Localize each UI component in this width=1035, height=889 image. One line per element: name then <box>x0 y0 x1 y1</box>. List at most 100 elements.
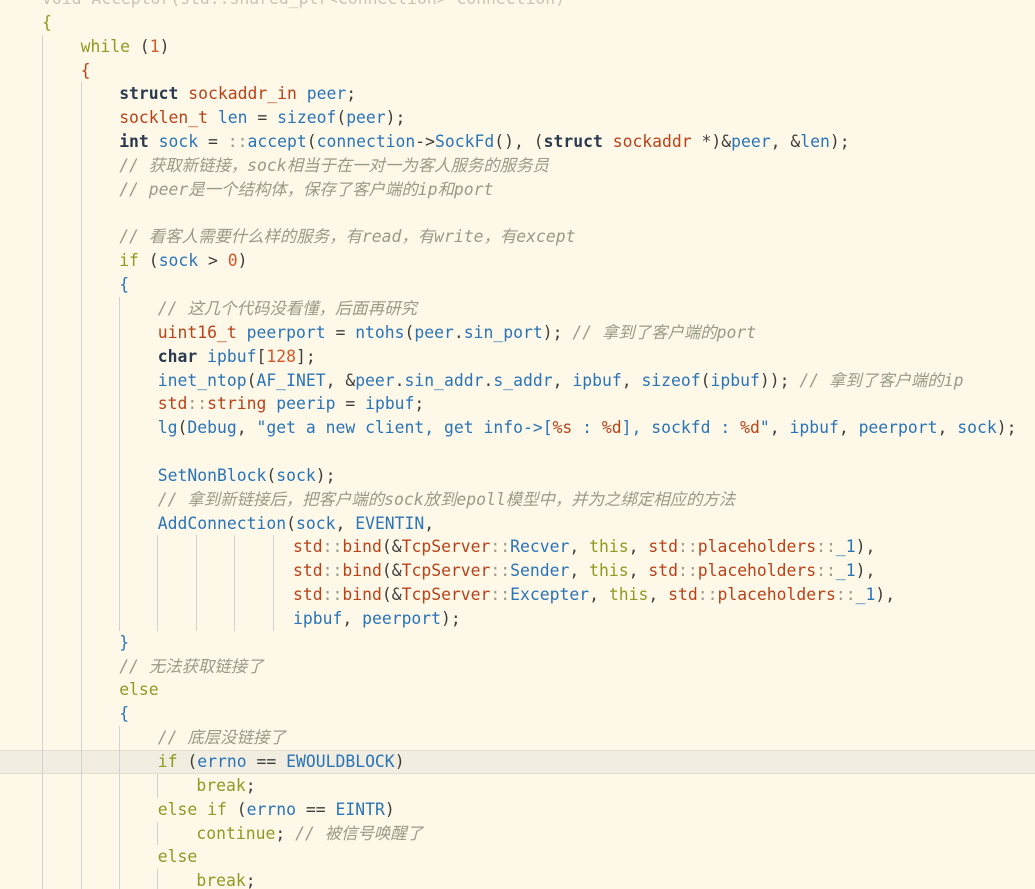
code-line[interactable]: void Acceptor(std::shared_ptr<Connection… <box>0 0 1035 11</box>
code-line[interactable]: std::bind(&TcpServer::Sender, this, std:… <box>0 559 1035 584</box>
code-text: AddConnection(sock, EVENTIN, <box>158 512 434 536</box>
code-token: . <box>453 322 464 342</box>
code-editor[interactable]: void Acceptor(std::shared_ptr<Connection… <box>0 0 1035 889</box>
indent-guide <box>81 773 82 798</box>
indent-guide <box>81 320 82 345</box>
code-line[interactable]: // 拿到新链接后，把客户端的sock放到epoll模型中，并为之绑定相应的方法 <box>0 487 1035 512</box>
code-token: & <box>391 585 402 605</box>
code-text: SetNonBlock(sock); <box>158 464 336 488</box>
code-token: *)& <box>691 132 732 152</box>
code-line[interactable]: int sock = ::accept(connection->SockFd()… <box>0 130 1035 154</box>
indent-guide <box>234 559 235 584</box>
code-token: Sender <box>510 561 570 581</box>
code-text: if (errno == EWOULDBLOCK) <box>158 750 405 774</box>
code-token: :: <box>697 585 718 605</box>
indent-guide <box>81 153 82 178</box>
indent-guide <box>119 392 120 417</box>
code-line[interactable]: // peer是一个结构体，保存了客户端的ip和port <box>0 177 1035 202</box>
code-line[interactable]: inet_ntop(AF_INET, &peer.sin_addr.s_addr… <box>0 368 1035 393</box>
indent-guide <box>42 440 43 464</box>
code-token: inet_ntop <box>157 370 247 390</box>
code-token: sock <box>957 418 997 438</box>
code-token: // 获取新链接，sock相当于在一对一为客人服务的服务员 <box>119 155 549 175</box>
code-line[interactable]: if (sock > 0) <box>0 249 1035 274</box>
code-token: , <box>569 537 590 557</box>
code-token: :: <box>227 132 248 152</box>
code-line[interactable]: std::bind(&TcpServer::Excepter, this, st… <box>0 583 1035 607</box>
code-line[interactable]: ipbuf, peerport); <box>0 606 1035 631</box>
indent-guide <box>42 82 43 107</box>
code-token: = <box>335 394 366 414</box>
code-line[interactable]: { <box>0 702 1035 727</box>
indent-guide <box>157 535 158 560</box>
indent-guide <box>119 487 120 512</box>
code-token: sock <box>158 132 199 152</box>
code-token: peerport <box>858 418 938 438</box>
code-line[interactable]: if (errno == EWOULDBLOCK) <box>0 750 1035 774</box>
code-token: == <box>296 799 336 819</box>
code-token: , <box>424 513 435 533</box>
code-token: ( <box>404 322 415 342</box>
code-token: AF_INET <box>256 370 326 390</box>
indent-guide <box>196 583 197 607</box>
code-line[interactable]: else <box>0 845 1035 870</box>
code-token: ], sockfd : <box>621 418 741 438</box>
code-line[interactable]: { <box>0 11 1035 35</box>
code-text: socklen_t len = sizeof(peer); <box>119 106 405 130</box>
code-line[interactable]: continue; // 被信号唤醒了 <box>0 821 1035 846</box>
code-line[interactable]: // 底层没链接了 <box>0 726 1035 750</box>
code-text: std::bind(&TcpServer::Excepter, this, st… <box>293 583 895 607</box>
code-token: { <box>80 60 91 80</box>
code-line[interactable]: char ipbuf[128]; <box>0 344 1035 369</box>
code-line[interactable]: break; <box>0 869 1035 889</box>
indent-guide <box>273 559 274 584</box>
code-text: // 获取新链接，sock相当于在一对一为客人服务的服务员 <box>119 154 549 178</box>
code-line[interactable]: AddConnection(sock, EVENTIN, <box>0 511 1035 536</box>
indent-guide <box>81 678 82 703</box>
code-line[interactable]: uint16_t peerport = ntohs(peer.sin_port)… <box>0 320 1035 345</box>
code-line[interactable]: // 无法获取链接了 <box>0 654 1035 679</box>
code-token: ( <box>177 752 198 771</box>
code-line[interactable]: // 获取新链接，sock相当于在一对一为客人服务的服务员 <box>0 153 1035 178</box>
code-token: ), <box>855 561 876 581</box>
code-token: " <box>759 418 770 438</box>
code-line[interactable] <box>0 201 1035 226</box>
code-line[interactable] <box>0 440 1035 464</box>
code-token: this <box>589 537 629 557</box>
code-line[interactable]: else <box>0 678 1035 703</box>
code-token: sock <box>276 465 316 485</box>
indent-guide <box>273 535 274 560</box>
code-token: = <box>198 132 228 152</box>
code-token: int <box>119 132 149 152</box>
code-token: { <box>119 275 130 295</box>
code-text: else <box>158 845 197 869</box>
code-token: ( <box>381 585 392 605</box>
code-line[interactable]: else if (errno == EINTR) <box>0 797 1035 822</box>
code-line[interactable]: } <box>0 630 1035 655</box>
code-token: sockaddr <box>612 132 692 152</box>
code-token: , <box>770 132 791 152</box>
code-line[interactable]: lg(Debug, "get a new client, get info->[… <box>0 416 1035 441</box>
code-line[interactable]: std::string peerip = ipbuf; <box>0 392 1035 417</box>
code-line[interactable]: { <box>0 273 1035 297</box>
code-line[interactable]: std::bind(&TcpServer::Recver, this, std:… <box>0 535 1035 560</box>
code-text: { <box>42 11 52 35</box>
code-line[interactable]: SetNonBlock(sock); <box>0 463 1035 488</box>
code-line[interactable]: break; <box>0 773 1035 798</box>
code-token: ( <box>138 251 159 271</box>
code-token: placeholders <box>717 585 836 605</box>
code-line[interactable]: // 这几个代码没看懂，后面再研究 <box>0 296 1035 321</box>
code-line[interactable]: socklen_t len = sizeof(peer); <box>0 106 1035 131</box>
code-token: , <box>552 370 573 390</box>
indent-guide <box>119 320 120 345</box>
indent-guide <box>42 344 43 369</box>
indent-guide <box>119 869 120 889</box>
code-line[interactable]: struct sockaddr_in peer; <box>0 82 1035 107</box>
indent-guide <box>81 130 82 154</box>
code-line[interactable]: // 看客人需要什么样的服务，有read，有write，有except <box>0 225 1035 250</box>
code-token: _1 <box>835 561 856 581</box>
code-line[interactable]: { <box>0 58 1035 83</box>
code-token: bind <box>342 537 382 557</box>
code-line[interactable]: while (1) <box>0 34 1035 59</box>
